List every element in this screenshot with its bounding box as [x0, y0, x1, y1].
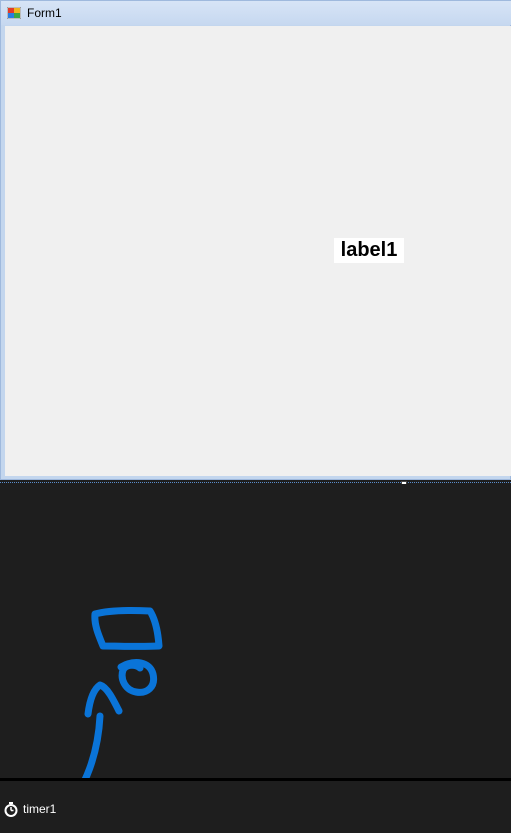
form-window[interactable]: Form1 label1 — [0, 0, 511, 480]
selection-border — [0, 482, 511, 483]
form-client-area[interactable] — [5, 26, 511, 476]
form-title: Form1 — [27, 6, 62, 20]
component-tray[interactable]: timer1 — [0, 781, 511, 833]
form-icon — [7, 7, 21, 19]
design-surface[interactable] — [0, 484, 511, 779]
timer-icon — [4, 801, 18, 817]
tray-item-timer1[interactable]: timer1 — [4, 799, 56, 819]
tray-item-label: timer1 — [23, 802, 57, 816]
designer-root: Form1 label1 timer1 — [0, 0, 511, 833]
label-control[interactable]: label1 — [334, 238, 404, 263]
form-titlebar[interactable]: Form1 — [1, 1, 511, 25]
